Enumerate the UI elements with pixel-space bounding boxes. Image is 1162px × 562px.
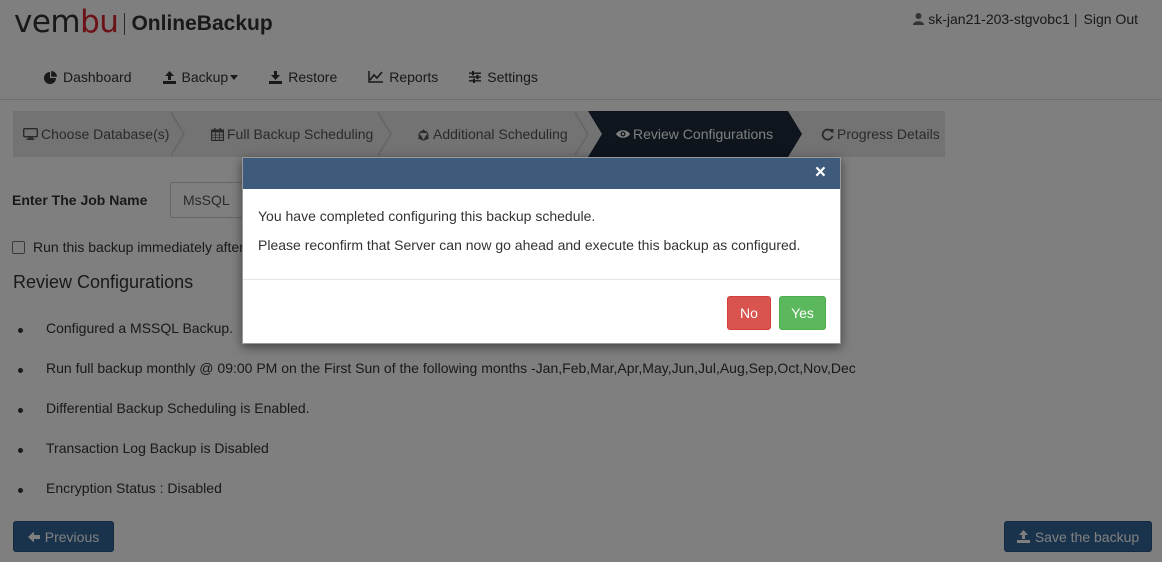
yes-button[interactable]: Yes [779,296,826,330]
dialog-header: × [243,158,840,189]
close-icon[interactable]: × [815,163,826,183]
dialog-message-line1: You have completed configuring this back… [258,208,596,224]
confirm-dialog: × You have completed configuring this ba… [242,157,841,344]
dialog-body: You have completed configuring this back… [243,189,840,280]
no-button[interactable]: No [727,296,771,330]
dialog-message-line2: Please reconfirm that Server can now go … [258,237,801,253]
